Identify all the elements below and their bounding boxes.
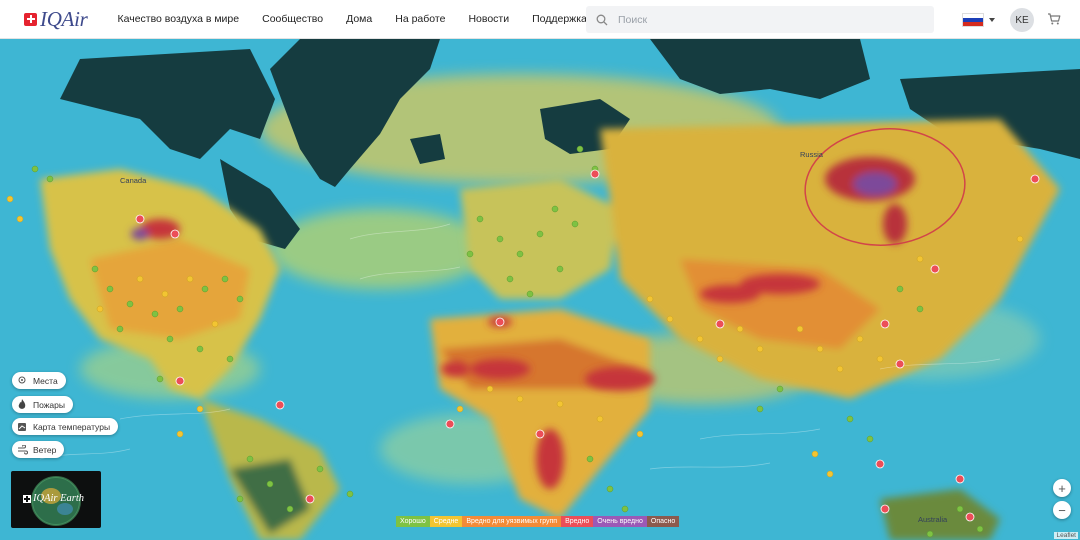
layer-temperature-label: Карта температуры [33, 421, 111, 432]
search-input[interactable] [616, 12, 920, 27]
thermometer-map-icon [16, 421, 28, 433]
layer-wind-button[interactable]: Ветер [12, 441, 65, 458]
zoom-out-button[interactable]: − [1053, 501, 1071, 519]
layer-fires-button[interactable]: Пожары [12, 396, 73, 413]
nav-at-work[interactable]: На работе [395, 13, 445, 25]
nav-community[interactable]: Сообщество [262, 13, 323, 25]
language-selector[interactable] [962, 13, 995, 27]
main-nav: Качество воздуха в мире Сообщество Дома … [118, 13, 610, 25]
search-box[interactable] [586, 6, 934, 33]
pin-icon [16, 375, 28, 387]
layer-places-button[interactable]: Места [12, 372, 66, 389]
legend-unhealthy-sensitive: Вредно для уязвимых групп [462, 516, 562, 527]
user-avatar[interactable]: KE [1010, 8, 1034, 32]
fire-icon [16, 399, 28, 411]
nav-support[interactable]: Поддержка [532, 13, 587, 25]
layer-wind-label: Ветер [33, 444, 57, 455]
layer-fires-label: Пожары [33, 399, 65, 410]
map-label-australia: Australia [918, 515, 948, 524]
iqair-logo[interactable]: IQAir [24, 7, 88, 32]
layer-places-label: Места [33, 375, 58, 386]
legend-moderate: Средне [429, 516, 463, 527]
legend-hazardous: Опасно [646, 516, 680, 527]
swiss-cross-icon [24, 12, 37, 26]
legend-good: Хорошо [396, 516, 430, 527]
map-label-russia: Russia [800, 150, 823, 159]
russian-flag-icon [962, 13, 984, 27]
legend-very-unhealthy: Очень вредно [593, 516, 647, 527]
iqair-earth-button[interactable]: IQAir Earth [11, 471, 101, 528]
map-canvas[interactable] [0, 39, 1080, 540]
air-quality-map[interactable]: Canada Russia Australia Места Пожары Кар… [0, 39, 1080, 540]
map-attribution[interactable]: Leaflet [1054, 532, 1078, 539]
search-icon [596, 14, 608, 25]
legend-unhealthy: Вредно [561, 516, 594, 527]
swiss-cross-icon [23, 494, 31, 503]
layer-temperature-button[interactable]: Карта температуры [12, 418, 119, 435]
iqair-earth-label: IQAir Earth [33, 493, 85, 504]
aqi-legend: Хорошо Средне Вредно для уязвимых групп … [396, 516, 680, 527]
cart-icon[interactable] [1047, 12, 1061, 26]
logo-text: IQAir [40, 6, 88, 31]
chevron-down-icon [989, 18, 995, 22]
map-label-canada: Canada [120, 176, 147, 185]
nav-news[interactable]: Новости [468, 13, 509, 25]
nav-home[interactable]: Дома [346, 13, 372, 25]
zoom-in-button[interactable]: + [1053, 479, 1071, 497]
wind-icon [16, 444, 28, 456]
nav-world-air-quality[interactable]: Качество воздуха в мире [118, 13, 240, 25]
top-navigation-bar: IQAir Качество воздуха в мире Сообщество… [0, 0, 1080, 39]
